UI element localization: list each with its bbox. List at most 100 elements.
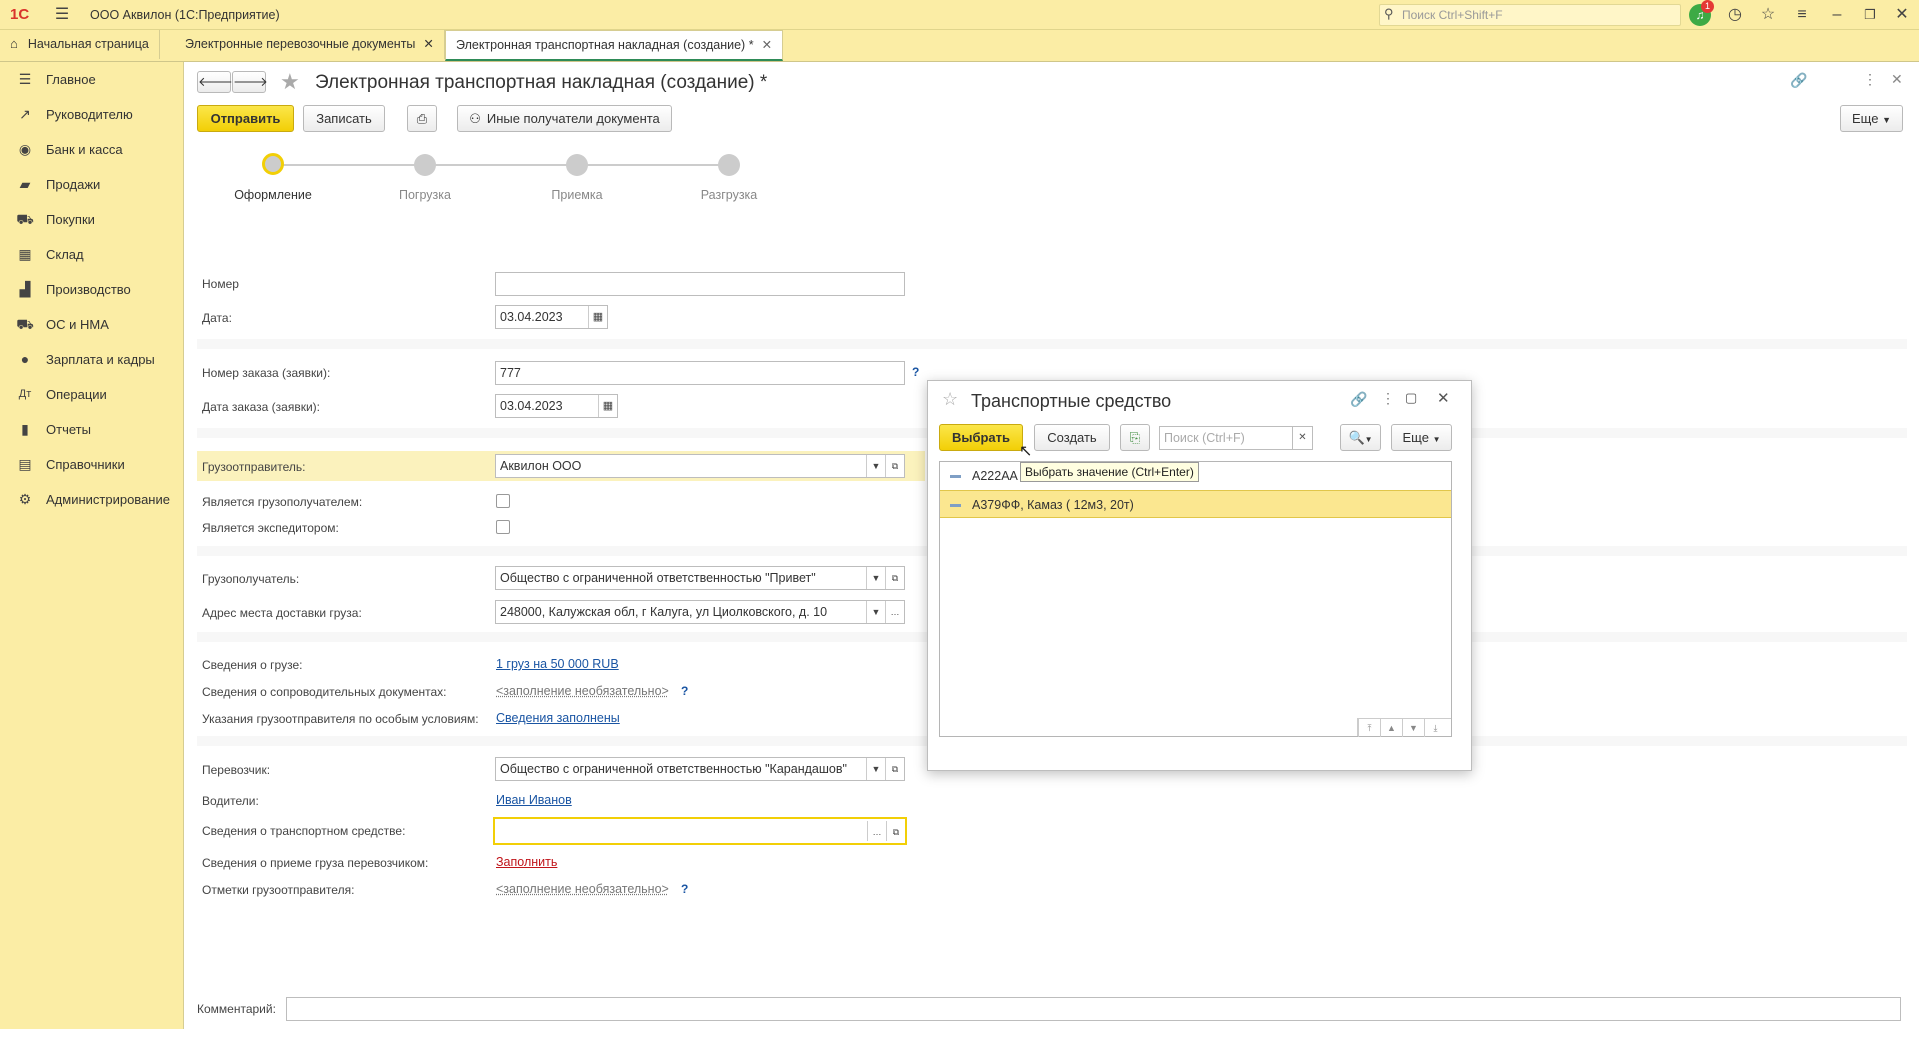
select-ellipsis-icon[interactable]: … [885,601,904,623]
cargo-info-link[interactable]: 1 груз на 50 000 RUB [496,657,619,671]
vehicle-input[interactable]: … ⧉ [493,817,907,845]
marks-link[interactable]: <заполнение необязательно> [496,882,669,896]
scroll-top-icon[interactable]: ⤒ [1358,719,1380,737]
help-icon[interactable]: ? [912,365,919,379]
settings-list-icon[interactable]: ≡ [1790,3,1814,27]
menu-icon: ☰ [18,71,32,87]
history-icon[interactable]: ◷ [1723,3,1747,27]
comment-input[interactable] [286,997,1901,1021]
forward-button[interactable]: 🡒 [232,71,268,93]
other-recipients-button[interactable]: ⚇ Иные получатели документа [457,105,672,132]
drivers-link[interactable]: Иван Иванов [496,793,572,807]
close-window-icon[interactable]: ✕ [1890,3,1914,27]
search-options-button[interactable]: 🔍▼ [1340,424,1381,451]
help-icon[interactable]: ? [681,684,688,698]
calendar-icon[interactable]: ▦ [588,306,607,328]
step-dot[interactable] [718,154,740,176]
close-tab-icon[interactable]: ✕ [423,37,433,51]
print-button[interactable]: ⎙ [407,105,437,132]
sidebar-item-catalogs[interactable]: ▤ Справочники [0,447,184,482]
sidebar-item-reports[interactable]: ▮ Отчеты [0,412,184,447]
vehicle-list: А222АА А379ФФ, Камаз ( 12м3, 20т) ⤒ ▲ ▼ … [939,461,1452,737]
sidebar-item-admin[interactable]: ⚙ Администрирование [0,482,184,517]
search-icon: ⚲ [1384,6,1394,21]
tab-home[interactable]: ⌂ Начальная страница [0,30,160,59]
hamburger-menu-icon[interactable]: ☰ [50,3,74,27]
calendar-icon[interactable]: ▦ [598,395,617,417]
sidebar-item-bank[interactable]: ◉ Банк и касса [0,132,184,167]
sidebar-item-sales[interactable]: ▰ Продажи [0,167,184,202]
open-icon[interactable]: ⧉ [885,455,904,477]
order-date-input[interactable]: 03.04.2023 ▦ [495,394,618,418]
tab-transport-documents[interactable]: Электронные перевозочные документы ✕ [175,30,445,59]
comment-label: Комментарий: [197,1002,276,1016]
close-tab-icon[interactable]: ✕ [762,38,772,52]
sidebar-item-production[interactable]: ▟ Производство [0,272,184,307]
special-label: Указания грузоотправителя по особым усло… [202,712,479,726]
carrier-label: Перевозчик: [202,763,271,777]
save-button[interactable]: Записать [303,105,385,132]
sidebar-item-purchases[interactable]: ⛟ Покупки [0,202,184,237]
close-form-icon[interactable]: ✕ [1891,71,1903,88]
dropdown-icon[interactable]: ▼ [866,455,885,477]
date-input[interactable]: 03.04.2023 ▦ [495,305,608,329]
create-button[interactable]: Создать [1034,424,1110,451]
scroll-bottom-icon[interactable]: ⤓ [1424,719,1446,737]
is-forwarder-checkbox[interactable] [496,520,510,534]
carrier-input[interactable]: Общество с ограниченной ответственностью… [495,757,905,781]
step-dot-active[interactable] [262,153,284,175]
tab-waybill-create[interactable]: Электронная транспортная накладная (созд… [445,30,784,61]
dialog-search-input[interactable]: Поиск (Ctrl+F) [1159,426,1293,450]
scroll-down-icon[interactable]: ▼ [1402,719,1424,737]
copy-button[interactable]: ⎘ [1120,424,1150,451]
warehouse-icon: ▦ [18,246,32,262]
sidebar-item-assets[interactable]: ⛟ ОС и НМА [0,307,184,342]
is-forwarder-label: Является экспедитором: [202,521,339,535]
more-button[interactable]: Еще ▼ [1840,105,1903,132]
send-button[interactable]: Отправить [197,105,294,132]
more-actions-icon[interactable]: ⋮ [1863,71,1877,88]
acceptance-fill-link[interactable]: Заполнить [496,855,557,869]
step-dot[interactable] [566,154,588,176]
dialog-more-button[interactable]: Еще ▼ [1391,424,1452,451]
special-link[interactable]: Сведения заполнены [496,711,620,725]
global-search-input[interactable]: Поиск Ctrl+Shift+F [1379,4,1681,26]
back-button[interactable]: 🡐 [197,71,233,93]
help-icon[interactable]: ? [681,882,688,896]
favorite-star-icon[interactable]: ☆ [942,389,958,410]
dropdown-icon[interactable]: ▼ [866,567,885,589]
dropdown-icon[interactable]: ▼ [866,758,885,780]
consignee-input[interactable]: Общество с ограниченной ответственностью… [495,566,905,590]
dropdown-icon[interactable]: ▼ [866,601,885,623]
select-ellipsis-icon[interactable]: … [867,821,886,841]
sidebar-item-warehouse[interactable]: ▦ Склад [0,237,184,272]
list-item-selected[interactable]: А379ФФ, Камаз ( 12м3, 20т) [940,490,1451,518]
sidebar-item-manager[interactable]: ↗ Руководителю [0,97,184,132]
open-icon[interactable]: ⧉ [885,567,904,589]
link-icon[interactable]: 🔗 [1790,72,1807,89]
restore-window-icon[interactable]: ❐ [1858,3,1882,27]
shipper-input[interactable]: Аквилон ООО ▼ ⧉ [495,454,905,478]
sidebar-item-operations[interactable]: Дт Операции [0,377,184,412]
sidebar-item-payroll[interactable]: ● Зарплата и кадры [0,342,184,377]
sidebar-item-main[interactable]: ☰ Главное [0,62,184,97]
maximize-icon[interactable]: ▢ [1405,390,1417,406]
is-consignee-checkbox[interactable] [496,494,510,508]
open-icon[interactable]: ⧉ [885,758,904,780]
tab-label: Электронные перевозочные документы [185,37,416,51]
select-button[interactable]: Выбрать [939,424,1023,451]
open-icon[interactable]: ⧉ [886,821,905,841]
number-input[interactable] [495,272,905,296]
clear-search-icon[interactable]: ✕ [1293,426,1313,450]
scroll-up-icon[interactable]: ▲ [1380,719,1402,737]
close-dialog-icon[interactable]: ✕ [1437,389,1450,407]
link-icon[interactable]: 🔗 [1350,391,1367,408]
more-actions-icon[interactable]: ⋮ [1381,390,1395,407]
favorite-star-icon[interactable]: ★ [280,69,300,95]
delivery-address-input[interactable]: 248000, Калужская обл, г Калуга, ул Циол… [495,600,905,624]
step-dot[interactable] [414,154,436,176]
order-number-input[interactable]: 777 [495,361,905,385]
favorites-star-icon[interactable]: ☆ [1756,3,1780,27]
minimize-window-icon[interactable]: – [1825,3,1849,27]
docs-link[interactable]: <заполнение необязательно> [496,684,669,698]
